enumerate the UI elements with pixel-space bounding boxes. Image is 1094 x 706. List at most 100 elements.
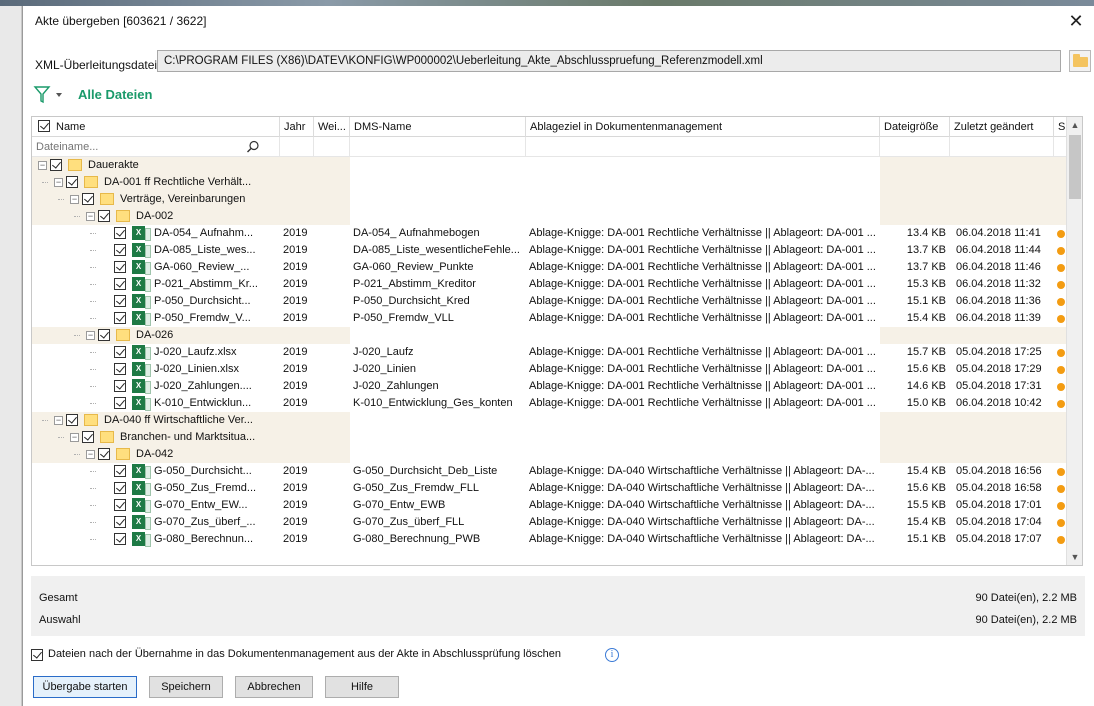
folder-row[interactable]: − DA-042 — [32, 446, 1068, 463]
row-checkbox[interactable] — [114, 516, 126, 528]
table-row[interactable]: X G-070_Zus_überf_... 2019 G-070_Zus_überf_… — [32, 514, 1068, 531]
table-row[interactable]: X G-050_Durchsicht... 2019 G-050_Durchsicht… — [32, 463, 1068, 480]
collapse-toggle-icon[interactable]: − — [86, 212, 95, 221]
collapse-toggle-icon[interactable]: − — [38, 161, 47, 170]
status-dot-icon — [1057, 366, 1065, 374]
close-icon[interactable]: ✕ — [1065, 10, 1087, 32]
folder-shade — [880, 157, 1068, 174]
file-size-cell: 15.3 KB — [906, 278, 946, 290]
collapse-toggle-icon[interactable]: − — [86, 450, 95, 459]
column-ablage-header[interactable]: Ablageziel in Dokumentenmanagement — [526, 117, 880, 137]
start-transfer-button[interactable]: Übergabe starten — [33, 676, 137, 698]
row-checkbox[interactable] — [114, 227, 126, 239]
folder-row[interactable]: − Branchen- und Marktsitua... — [32, 429, 1068, 446]
table-row[interactable]: X P-050_Durchsicht... 2019 P-050_Durchsicht… — [32, 293, 1068, 310]
excel-file-icon: X — [132, 396, 151, 411]
row-name: K-010_Entwicklun... — [154, 397, 252, 409]
scroll-thumb[interactable] — [1069, 135, 1081, 199]
column-dms-header[interactable]: DMS-Name — [350, 117, 526, 137]
row-checkbox[interactable] — [114, 244, 126, 256]
table-row[interactable]: X DA-085_Liste_wes... 2019 DA-085_Liste_wes… — [32, 242, 1068, 259]
delete-after-transfer-checkbox[interactable] — [31, 649, 43, 661]
column-size-header[interactable]: Dateigröße — [880, 117, 950, 137]
delete-after-transfer-label[interactable]: Dateien nach der Übernahme in das Dokume… — [48, 648, 561, 660]
modified-date-cell: 05.04.2018 17:29 — [956, 363, 1042, 375]
select-all-checkbox[interactable] — [38, 120, 50, 132]
tree-connector — [90, 250, 96, 251]
tree-connector — [74, 216, 80, 217]
row-checkbox[interactable] — [66, 414, 78, 426]
row-checkbox[interactable] — [82, 193, 94, 205]
status-dot-icon — [1057, 349, 1065, 357]
filter-dropdown-button[interactable] — [31, 84, 69, 106]
folder-row[interactable]: − DA-040 ff Wirtschaftliche Ver... — [32, 412, 1068, 429]
modified-date-cell: 05.04.2018 16:58 — [956, 482, 1042, 494]
row-checkbox[interactable] — [114, 465, 126, 477]
info-icon[interactable]: i — [605, 648, 619, 662]
row-checkbox[interactable] — [114, 346, 126, 358]
row-checkbox[interactable] — [114, 499, 126, 511]
row-name: G-080_Berechnun... — [154, 533, 254, 545]
filename-filter-input[interactable] — [34, 139, 272, 155]
table-row[interactable]: X DA-054_ Aufnahm... 2019 DA-054_ Aufnahmeb… — [32, 225, 1068, 242]
browse-folder-button[interactable] — [1069, 50, 1091, 72]
row-checkbox[interactable] — [98, 448, 110, 460]
row-checkbox[interactable] — [114, 312, 126, 324]
xml-file-path-field[interactable]: C:\PROGRAM FILES (X86)\DATEV\KONFIG\WP00… — [157, 50, 1061, 72]
column-jahr-header[interactable]: Jahr — [280, 117, 314, 137]
file-size-cell: 13.4 KB — [906, 227, 946, 239]
row-checkbox[interactable] — [114, 261, 126, 273]
row-checkbox[interactable] — [98, 210, 110, 222]
year-cell: 2019 — [283, 295, 308, 307]
column-wei-header[interactable]: Wei... — [314, 117, 350, 137]
cancel-button[interactable]: Abbrechen — [235, 676, 313, 698]
row-checkbox[interactable] — [50, 159, 62, 171]
filter-label[interactable]: Alle Dateien — [78, 87, 152, 102]
collapse-toggle-icon[interactable]: − — [54, 416, 63, 425]
row-checkbox[interactable] — [82, 431, 94, 443]
folder-icon — [68, 159, 82, 171]
column-name-header[interactable]: Name — [32, 117, 280, 137]
table-row[interactable]: X P-021_Abstimm_Kr... 2019 P-021_Abstimm_Kr… — [32, 276, 1068, 293]
scroll-down-icon[interactable]: ▼ — [1067, 549, 1082, 565]
table-row[interactable]: X P-050_Fremdw_V... 2019 P-050_Fremdw_VLL Ab… — [32, 310, 1068, 327]
folder-row[interactable]: − Verträge, Vereinbarungen — [32, 191, 1068, 208]
folder-row[interactable]: − DA-002 — [32, 208, 1068, 225]
table-row[interactable]: X J-020_Linien.xlsx 2019 J-020_Linien Ablage… — [32, 361, 1068, 378]
tree-connector — [90, 233, 96, 234]
tree-cell: X J-020_Zahlungen.... — [32, 378, 280, 395]
row-checkbox[interactable] — [114, 363, 126, 375]
column-date-header[interactable]: Zuletzt geändert — [950, 117, 1054, 137]
collapse-toggle-icon[interactable]: − — [54, 178, 63, 187]
row-checkbox[interactable] — [66, 176, 78, 188]
folder-row[interactable]: − Dauerakte — [32, 157, 1068, 174]
table-row[interactable]: X K-010_Entwicklun... 2019 K-010_Entwicklun… — [32, 395, 1068, 412]
folder-shade — [880, 208, 1068, 225]
table-row[interactable]: X J-020_Zahlungen.... 2019 J-020_Zahlungen A… — [32, 378, 1068, 395]
row-checkbox[interactable] — [114, 482, 126, 494]
tree-cell: X P-021_Abstimm_Kr... — [32, 276, 280, 293]
collapse-toggle-icon[interactable]: − — [86, 331, 95, 340]
table-row[interactable]: X G-050_Zus_Fremd... 2019 G-050_Zus_Fremdw_… — [32, 480, 1068, 497]
vertical-scrollbar[interactable]: ▲ ▼ — [1066, 117, 1082, 565]
dms-name-cell: P-050_Durchsicht_Kred — [353, 295, 470, 307]
collapse-toggle-icon[interactable]: − — [70, 195, 79, 204]
row-checkbox[interactable] — [114, 295, 126, 307]
row-checkbox[interactable] — [114, 533, 126, 545]
row-checkbox[interactable] — [98, 329, 110, 341]
table-row[interactable]: X G-070_Entw_EW... 2019 G-070_Entw_EWB Ablag… — [32, 497, 1068, 514]
save-button[interactable]: Speichern — [149, 676, 223, 698]
table-row[interactable]: X GA-060_Review_... 2019 GA-060_Review_Punk… — [32, 259, 1068, 276]
row-checkbox[interactable] — [114, 397, 126, 409]
file-size-cell: 14.6 KB — [906, 380, 946, 392]
row-checkbox[interactable] — [114, 278, 126, 290]
folder-row[interactable]: − DA-026 — [32, 327, 1068, 344]
collapse-toggle-icon[interactable]: − — [70, 433, 79, 442]
help-button[interactable]: Hilfe — [325, 676, 399, 698]
folder-row[interactable]: − DA-001 ff Rechtliche Verhält... — [32, 174, 1068, 191]
table-row[interactable]: X G-080_Berechnun... 2019 G-080_Berechnung_… — [32, 531, 1068, 548]
table-row[interactable]: X J-020_Laufz.xlsx 2019 J-020_Laufz Ablage-K… — [32, 344, 1068, 361]
auswahl-value: 90 Datei(en), 2.2 MB — [975, 614, 1078, 626]
row-checkbox[interactable] — [114, 380, 126, 392]
scroll-up-icon[interactable]: ▲ — [1067, 117, 1082, 133]
